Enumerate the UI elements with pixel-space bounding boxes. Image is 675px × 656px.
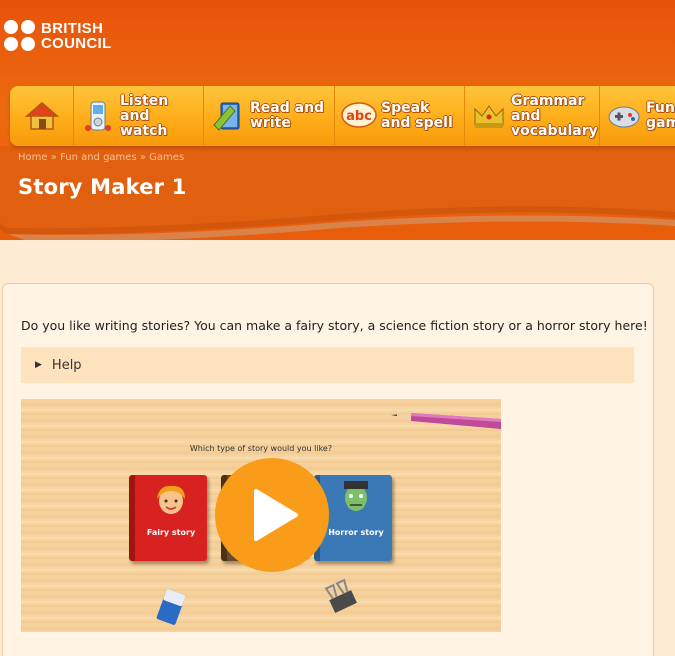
nav-grammar-and-vocabulary[interactable]: Grammar and vocabulary: [465, 86, 600, 146]
nav-fun-and-games[interactable]: Fun gam: [600, 86, 675, 146]
nav-label: Read and write: [250, 100, 325, 131]
game-question: Which type of story would you like?: [189, 444, 333, 453]
pencil-icon: [391, 413, 501, 429]
svg-text:abc: abc: [346, 109, 372, 124]
breadcrumb-games[interactable]: Games: [149, 152, 184, 163]
british-council-logo[interactable]: BRITISH COUNCIL: [4, 20, 111, 51]
eraser-icon: [156, 589, 186, 625]
book-label: Horror story: [328, 528, 384, 537]
site-header: BRITISH COUNCIL Listen and watch Read an…: [0, 0, 675, 240]
nav-label: Speak and spell: [381, 100, 453, 131]
binder-clip-icon: [324, 578, 357, 613]
crown-icon: [471, 98, 507, 134]
abc-speech-icon: abc: [341, 98, 377, 134]
nav-label: Grammar and vocabulary: [511, 92, 598, 139]
story-maker-game[interactable]: Which type of story would you like? Fair…: [21, 399, 501, 632]
fairy-face-icon: [157, 485, 185, 514]
gamepad-icon: [606, 98, 642, 134]
logo-dots-icon: [4, 20, 35, 51]
fairy-story-book[interactable]: Fairy story: [129, 475, 207, 561]
nav-listen-and-watch[interactable]: Listen and watch: [74, 86, 204, 146]
nav-home[interactable]: [10, 86, 74, 146]
page-title: Story Maker 1: [18, 175, 187, 199]
main-nav: Listen and watch Read and write abc Spea…: [10, 86, 675, 146]
mp3-player-icon: [80, 98, 116, 134]
breadcrumb: Home » Fun and games » Games: [18, 152, 185, 163]
logo-text: BRITISH COUNCIL: [41, 19, 112, 52]
triangle-right-icon: ▶: [35, 360, 42, 370]
help-label: Help: [51, 357, 82, 373]
nav-speak-and-spell[interactable]: abc Speak and spell: [335, 86, 465, 146]
intro-text: Do you like writing stories? You can mak…: [21, 318, 648, 333]
house-icon: [24, 98, 60, 134]
nav-label: Fun gam: [646, 100, 675, 131]
book-pencil-icon: [210, 98, 246, 134]
frankenstein-face-icon: [344, 481, 368, 511]
book-label: Fairy story: [146, 528, 196, 537]
play-icon: [254, 489, 298, 541]
play-button[interactable]: [215, 458, 329, 572]
nav-read-and-write[interactable]: Read and write: [204, 86, 335, 146]
nav-label: Listen and watch: [120, 92, 169, 139]
help-toggle[interactable]: ▶ Help: [21, 347, 634, 383]
breadcrumb-home[interactable]: Home: [18, 152, 48, 163]
breadcrumb-fun-and-games[interactable]: Fun and games: [60, 152, 137, 163]
